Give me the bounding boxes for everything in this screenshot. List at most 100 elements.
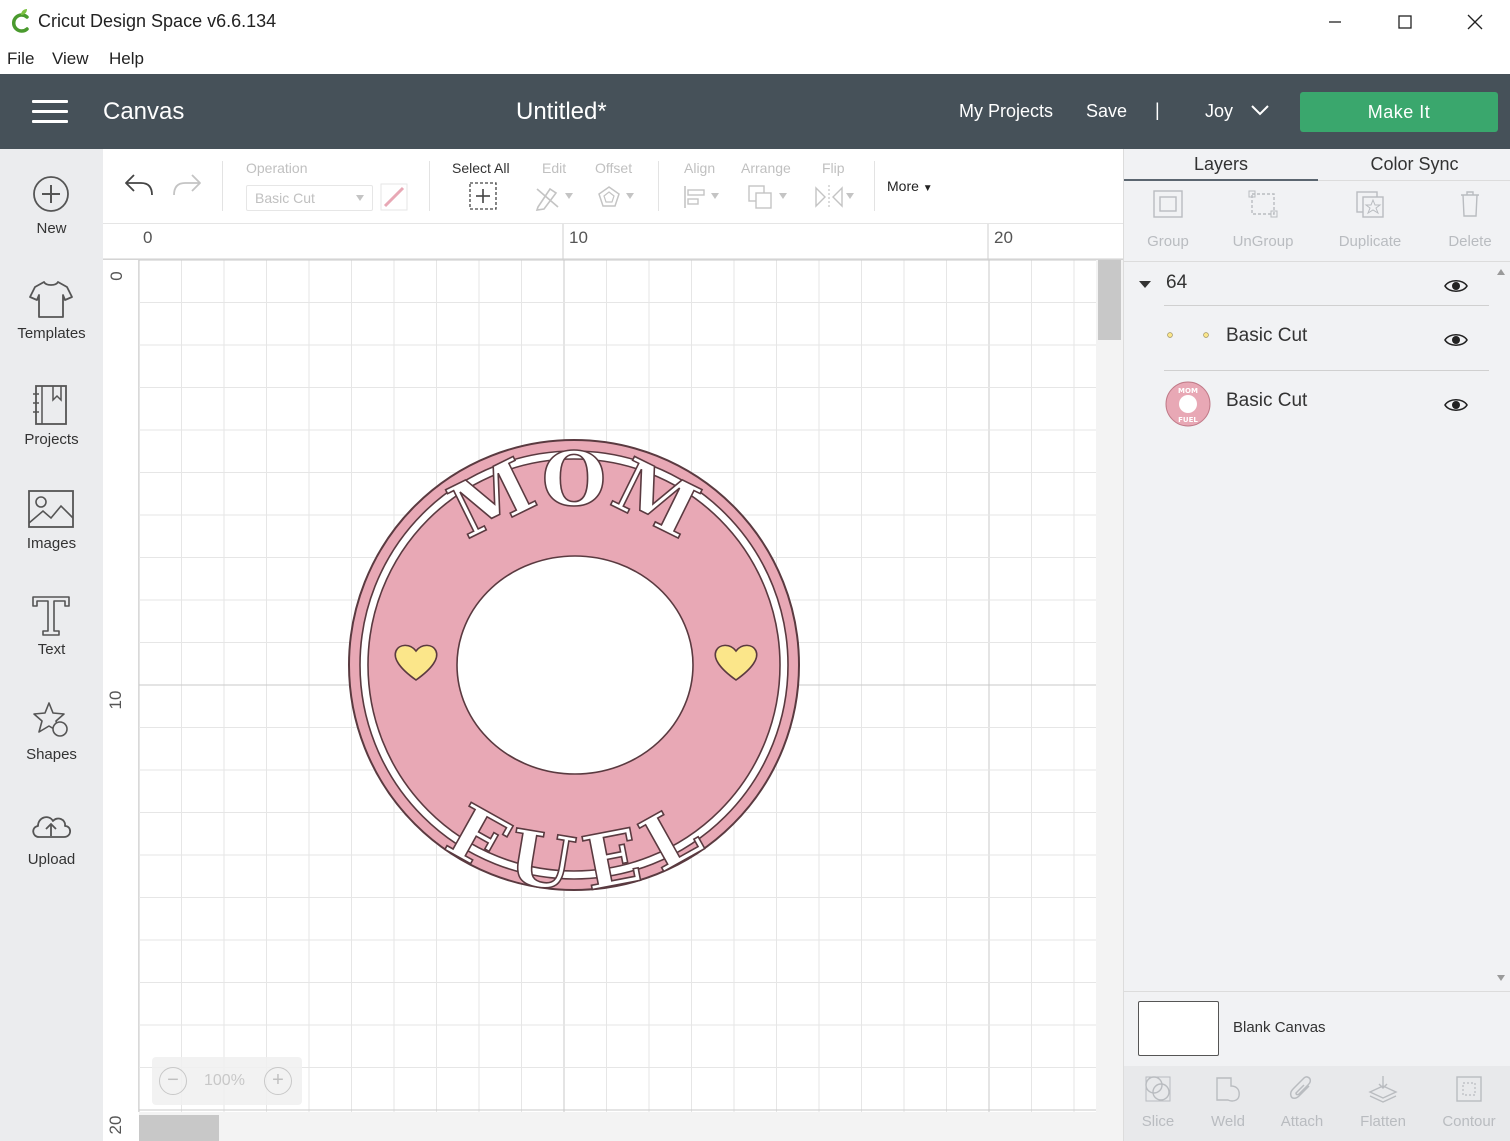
left-sidebar: New Templates Projects Images Text Shape…	[0, 149, 103, 1141]
toolbar-divider	[222, 161, 223, 211]
tab-label: Layers	[1193, 154, 1249, 174]
cloud-upload-icon	[32, 816, 72, 838]
layers-list: 64 Basic Cut MOM FUEL Basic Cut	[1124, 261, 1510, 991]
menu-bar: File View Help	[0, 44, 1510, 74]
sidebar-item-shapes[interactable]: Shapes	[0, 699, 103, 799]
layer-name: Basic Cut	[1226, 325, 1308, 346]
ruler-label: 20	[106, 1115, 125, 1135]
duplicate-button[interactable]: Duplicate	[1332, 189, 1408, 250]
design-canvas[interactable]: MOM FUEL	[139, 260, 1096, 1112]
group-button[interactable]: Group	[1138, 189, 1198, 250]
edit-label: Edit	[542, 160, 567, 176]
zoom-in-button[interactable]: +	[264, 1067, 292, 1095]
edit-toolbar: Operation Basic Cut Select All Edit Offs…	[103, 149, 1123, 224]
user-menu[interactable]: Joy	[1205, 101, 1233, 122]
mom-fuel-design[interactable]: MOM FUEL	[139, 260, 1096, 1112]
group-label: Group	[1147, 233, 1189, 250]
scroll-up-icon[interactable]	[1496, 268, 1506, 276]
ungroup-label: UnGroup	[1232, 233, 1294, 250]
canvas-horizontal-scrollbar[interactable]	[139, 1112, 1123, 1141]
more-button[interactable]: More ▼	[887, 178, 933, 194]
attach-button[interactable]: Attach	[1276, 1074, 1328, 1130]
sidebar-item-new[interactable]: New	[0, 173, 103, 273]
chevron-down-icon[interactable]	[1250, 104, 1270, 116]
menu-view[interactable]: View	[52, 49, 89, 69]
save-button[interactable]: Save	[1086, 101, 1127, 122]
arrange-label: Arrange	[741, 160, 791, 176]
weld-button[interactable]: Weld	[1204, 1074, 1252, 1130]
toolbar-divider	[874, 161, 875, 211]
sidebar-item-upload[interactable]: Upload	[0, 805, 103, 905]
layers-scrollbar[interactable]	[1492, 262, 1510, 990]
canvas-vertical-scrollbar[interactable]	[1096, 260, 1123, 1112]
sidebar-item-templates[interactable]: Templates	[0, 277, 103, 377]
menu-help[interactable]: Help	[109, 49, 144, 69]
select-all-icon[interactable]	[469, 182, 497, 210]
my-projects-link[interactable]: My Projects	[959, 101, 1053, 122]
align-label: Align	[684, 160, 716, 176]
title-bar: Cricut Design Space v6.6.134	[0, 0, 1510, 44]
flip-label: Flip	[822, 160, 845, 176]
zoom-out-button[interactable]: −	[159, 1067, 187, 1095]
undo-icon[interactable]	[123, 171, 155, 199]
caret-down-icon[interactable]	[1138, 280, 1152, 290]
tab-color-sync[interactable]: Color Sync	[1318, 149, 1510, 181]
weld-icon	[1216, 1077, 1240, 1102]
hamburger-menu-icon[interactable]	[32, 100, 68, 124]
make-it-button[interactable]: Make It	[1300, 92, 1498, 132]
eye-icon[interactable]	[1444, 332, 1468, 348]
eye-icon[interactable]	[1444, 278, 1468, 294]
linetype-color-swatch-icon[interactable]	[380, 183, 408, 211]
scroll-down-icon[interactable]	[1496, 974, 1506, 982]
menu-file[interactable]: File	[7, 49, 34, 69]
tshirt-icon	[29, 281, 73, 318]
select-all-label[interactable]: Select All	[452, 160, 510, 176]
toolbar-divider	[658, 161, 659, 211]
operation-value: Basic Cut	[255, 190, 315, 206]
header-separator: |	[1155, 100, 1160, 120]
caret-down-icon	[356, 195, 364, 201]
tab-layers[interactable]: Layers	[1124, 149, 1318, 181]
redo-icon[interactable]	[171, 171, 203, 199]
tab-label: Color Sync	[1370, 154, 1459, 174]
contour-button[interactable]: Contour	[1438, 1074, 1500, 1130]
layer-row[interactable]: Basic Cut	[1124, 308, 1494, 372]
slice-button[interactable]: Slice	[1134, 1074, 1182, 1130]
app-header: Canvas Untitled* My Projects Save | Joy …	[0, 74, 1510, 149]
operation-label: Operation	[246, 160, 308, 176]
ruler-label: 10	[569, 228, 588, 247]
app-title: Cricut Design Space v6.6.134	[38, 11, 277, 31]
scroll-thumb[interactable]	[1098, 260, 1121, 340]
offset-icon	[598, 186, 634, 207]
flip-icon	[815, 185, 854, 209]
maximize-icon[interactable]	[1370, 0, 1440, 44]
ruler-label: 20	[994, 228, 1013, 247]
close-icon[interactable]	[1440, 0, 1510, 44]
sidebar-item-label: New	[36, 220, 67, 237]
blank-canvas-label: Blank Canvas	[1233, 1019, 1326, 1036]
blank-canvas-swatch[interactable]	[1138, 1001, 1219, 1056]
operation-select[interactable]: Basic Cut	[246, 185, 373, 211]
delete-button[interactable]: Delete	[1442, 189, 1498, 250]
sidebar-item-images[interactable]: Images	[0, 489, 103, 589]
weld-label: Weld	[1211, 1113, 1245, 1130]
scroll-thumb[interactable]	[139, 1115, 219, 1141]
shapes-icon	[33, 702, 68, 737]
ungroup-button[interactable]: UnGroup	[1228, 189, 1298, 250]
eye-icon[interactable]	[1444, 397, 1468, 413]
sidebar-item-projects[interactable]: Projects	[0, 383, 103, 483]
ungroup-icon	[1248, 190, 1278, 218]
image-icon	[28, 490, 74, 528]
svg-text:FUEL: FUEL	[1178, 416, 1198, 424]
left-ruler: 0 10 20	[103, 260, 139, 1134]
blank-canvas-row[interactable]: Blank Canvas	[1124, 991, 1510, 1066]
zoom-level: 100%	[204, 1072, 245, 1089]
layer-row[interactable]: MOM FUEL Basic Cut	[1124, 372, 1494, 436]
flatten-button[interactable]: Flatten	[1354, 1074, 1412, 1130]
sidebar-item-text[interactable]: Text	[0, 593, 103, 693]
text-t-icon	[32, 596, 70, 636]
duplicate-icon	[1356, 191, 1384, 218]
notebook-icon	[33, 385, 67, 425]
group-icon	[1153, 190, 1183, 218]
minimize-icon[interactable]	[1300, 0, 1370, 44]
